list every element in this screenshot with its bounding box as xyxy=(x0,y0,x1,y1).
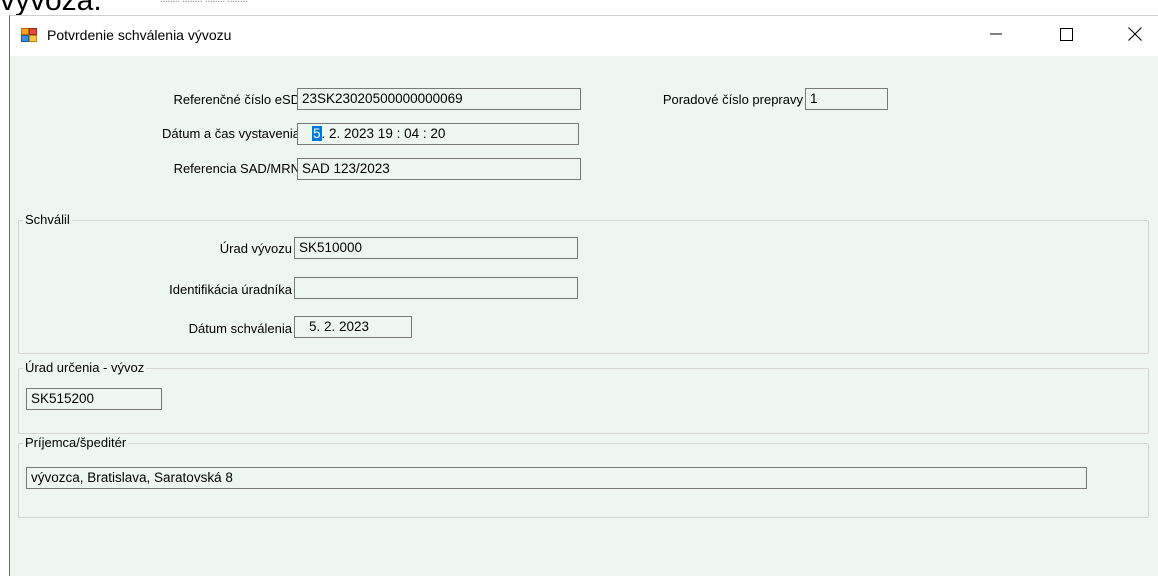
identifikacia-uradnika-label: Identifikácia úradníka xyxy=(169,282,292,297)
close-icon xyxy=(1128,27,1142,41)
datum-day-selection: 5 xyxy=(312,126,322,141)
urad-urcenia-field[interactable]: SK515200 xyxy=(26,388,162,410)
datum-schvalenia-field[interactable]: 5. 2. 2023 xyxy=(294,316,412,338)
schvalil-legend: Schválil xyxy=(23,212,72,228)
prijemca-legend: Príjemca/špeditér xyxy=(23,435,129,451)
ref-esd-field[interactable]: 23SK23020500000000069 xyxy=(297,88,581,110)
identifikacia-uradnika-field[interactable] xyxy=(294,277,578,299)
datum-vystavenia-field[interactable]: 5. 2. 2023 19 : 04 : 20 xyxy=(297,123,579,145)
dialog-window: Potvrdenie schválenia vývozu Referenčné … xyxy=(9,15,1158,576)
minimize-button[interactable] xyxy=(973,16,1019,52)
maximize-icon xyxy=(1059,27,1073,41)
form-app-icon xyxy=(21,27,37,43)
prijemca-field[interactable]: vývozca, Bratislava, Saratovská 8 xyxy=(26,467,1087,489)
poradove-cislo-label: Poradové číslo prepravy xyxy=(662,92,803,107)
urad-vyvozu-field[interactable]: SK510000 xyxy=(294,237,578,259)
datum-vystavenia-label: Dátum a čas vystavenia xyxy=(161,126,300,141)
close-button[interactable] xyxy=(1112,16,1158,52)
datum-rest: . 2. 2023 19 : 04 : 20 xyxy=(321,126,446,141)
urad-urcenia-legend: Úrad určenia - vývoz xyxy=(23,360,147,376)
poradove-cislo-field[interactable]: 1 xyxy=(805,88,888,110)
urad-urcenia-group: Úrad určenia - vývoz xyxy=(18,360,1149,434)
title-bar[interactable]: Potvrdenie schválenia vývozu xyxy=(10,16,1158,56)
maximize-button[interactable] xyxy=(1043,16,1089,52)
ref-esd-label: Referenčné číslo eSD xyxy=(173,92,300,107)
minimize-icon xyxy=(990,33,1002,35)
datum-schvalenia-label: Dátum schválenia xyxy=(188,321,292,336)
urad-vyvozu-label: Úrad vývozu xyxy=(219,241,292,256)
sad-mrn-field[interactable]: SAD 123/2023 xyxy=(297,158,581,180)
background-faint-text: ........ ........ ........ ........ xyxy=(160,0,248,5)
sad-mrn-label: Referencia SAD/MRN xyxy=(173,161,300,176)
background-partial-text: vývoza. xyxy=(0,0,102,17)
window-title: Potvrdenie schválenia vývozu xyxy=(47,27,232,43)
